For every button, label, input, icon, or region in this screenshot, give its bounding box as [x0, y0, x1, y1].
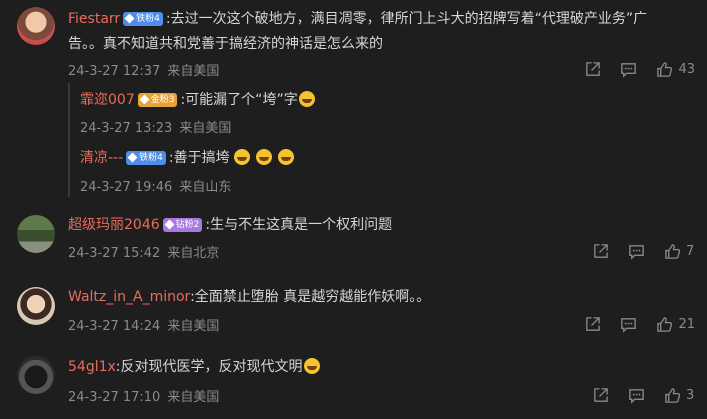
- timestamp: 24-3-27 17:10: [68, 390, 161, 405]
- like-icon[interactable]: [662, 385, 682, 405]
- username[interactable]: 清凉---: [80, 150, 123, 166]
- avatar[interactable]: [17, 215, 55, 253]
- comment-text: :全面禁止堕胎 真是越穷越能作妖啊。。: [190, 289, 431, 305]
- reply-text: :可能漏了个“垮”字: [180, 92, 298, 108]
- timestamp: 24-3-27 13:23: [80, 121, 173, 136]
- avatar[interactable]: [17, 287, 55, 325]
- like-count: 43: [678, 61, 695, 77]
- location: 来自美国: [167, 64, 220, 79]
- timestamp: 24-3-27 15:42: [68, 246, 161, 261]
- like-count: 3: [686, 387, 695, 403]
- timestamp: 24-3-27 19:46: [80, 180, 173, 195]
- reply-meta: 24-3-27 19:46 来自山东: [80, 176, 231, 195]
- laugh-emoji: [298, 91, 315, 107]
- laugh-emoji: [255, 149, 272, 165]
- location: 来自美国: [167, 319, 220, 334]
- diamond-fan-badge: 钻粉2: [162, 218, 203, 232]
- avatar[interactable]: [17, 7, 55, 45]
- reply-thread-line: [68, 83, 70, 197]
- username[interactable]: 超级玛丽2046: [68, 217, 160, 233]
- username[interactable]: Waltz_in_A_minor: [68, 289, 190, 305]
- comment-icon[interactable]: [626, 241, 646, 261]
- comment-actions: 43: [566, 59, 695, 79]
- location: 来自山东: [179, 180, 232, 195]
- fan-badge: 铁粉4: [123, 12, 163, 26]
- comment-meta: 24-3-27 14:24 来自美国: [68, 315, 219, 334]
- comment-text: :反对现代医学，反对现代文明: [115, 359, 303, 375]
- comment-text: :生与不生这真是一个权利问题: [205, 217, 393, 233]
- comment-icon[interactable]: [618, 59, 638, 79]
- comment-icon[interactable]: [626, 385, 646, 405]
- location: 来自美国: [179, 121, 232, 136]
- comment-text-continued: 告。。真不知道共和党善于搞经济的神话是怎么来的: [68, 36, 383, 52]
- share-icon[interactable]: [582, 59, 602, 79]
- comment-text: :去过一次这个破地方，满目凋零，律所门上斗大的招牌写着“代理破产业务”广: [165, 11, 648, 27]
- fan-badge: 铁粉4: [126, 151, 166, 165]
- location: 来自北京: [167, 246, 220, 261]
- comment-meta: 24-3-27 15:42 来自北京: [68, 242, 219, 261]
- laugh-emoji: [277, 149, 294, 165]
- comment-icon[interactable]: [618, 314, 638, 334]
- share-icon[interactable]: [582, 314, 602, 334]
- like-icon[interactable]: [662, 241, 682, 261]
- comment-meta: 24-3-27 17:10 来自美国: [68, 386, 219, 405]
- timestamp: 24-3-27 12:37: [68, 64, 161, 79]
- like-count: 21: [678, 316, 695, 332]
- username[interactable]: 54gl1x: [68, 359, 116, 375]
- comment-meta: 24-3-27 12:37 来自美国: [68, 60, 219, 79]
- laugh-emoji: [303, 358, 320, 374]
- reply-text: :善于搞垮: [168, 150, 230, 166]
- username[interactable]: Fiestarr: [68, 11, 120, 27]
- gold-fan-badge: 金粉3: [137, 93, 178, 107]
- location: 来自美国: [167, 390, 220, 405]
- share-icon[interactable]: [590, 385, 610, 405]
- like-count: 7: [686, 243, 695, 259]
- like-icon[interactable]: [654, 314, 674, 334]
- comment-actions: 7: [574, 241, 695, 261]
- share-icon[interactable]: [590, 241, 610, 261]
- comment-actions: 21: [566, 314, 695, 334]
- avatar[interactable]: [17, 356, 55, 394]
- reply-meta: 24-3-27 13:23 来自美国: [80, 117, 231, 136]
- laugh-emoji: [233, 149, 250, 165]
- comment-actions: 3: [574, 385, 695, 405]
- username[interactable]: 霏迩007: [80, 92, 135, 108]
- timestamp: 24-3-27 14:24: [68, 319, 161, 334]
- like-icon[interactable]: [654, 59, 674, 79]
